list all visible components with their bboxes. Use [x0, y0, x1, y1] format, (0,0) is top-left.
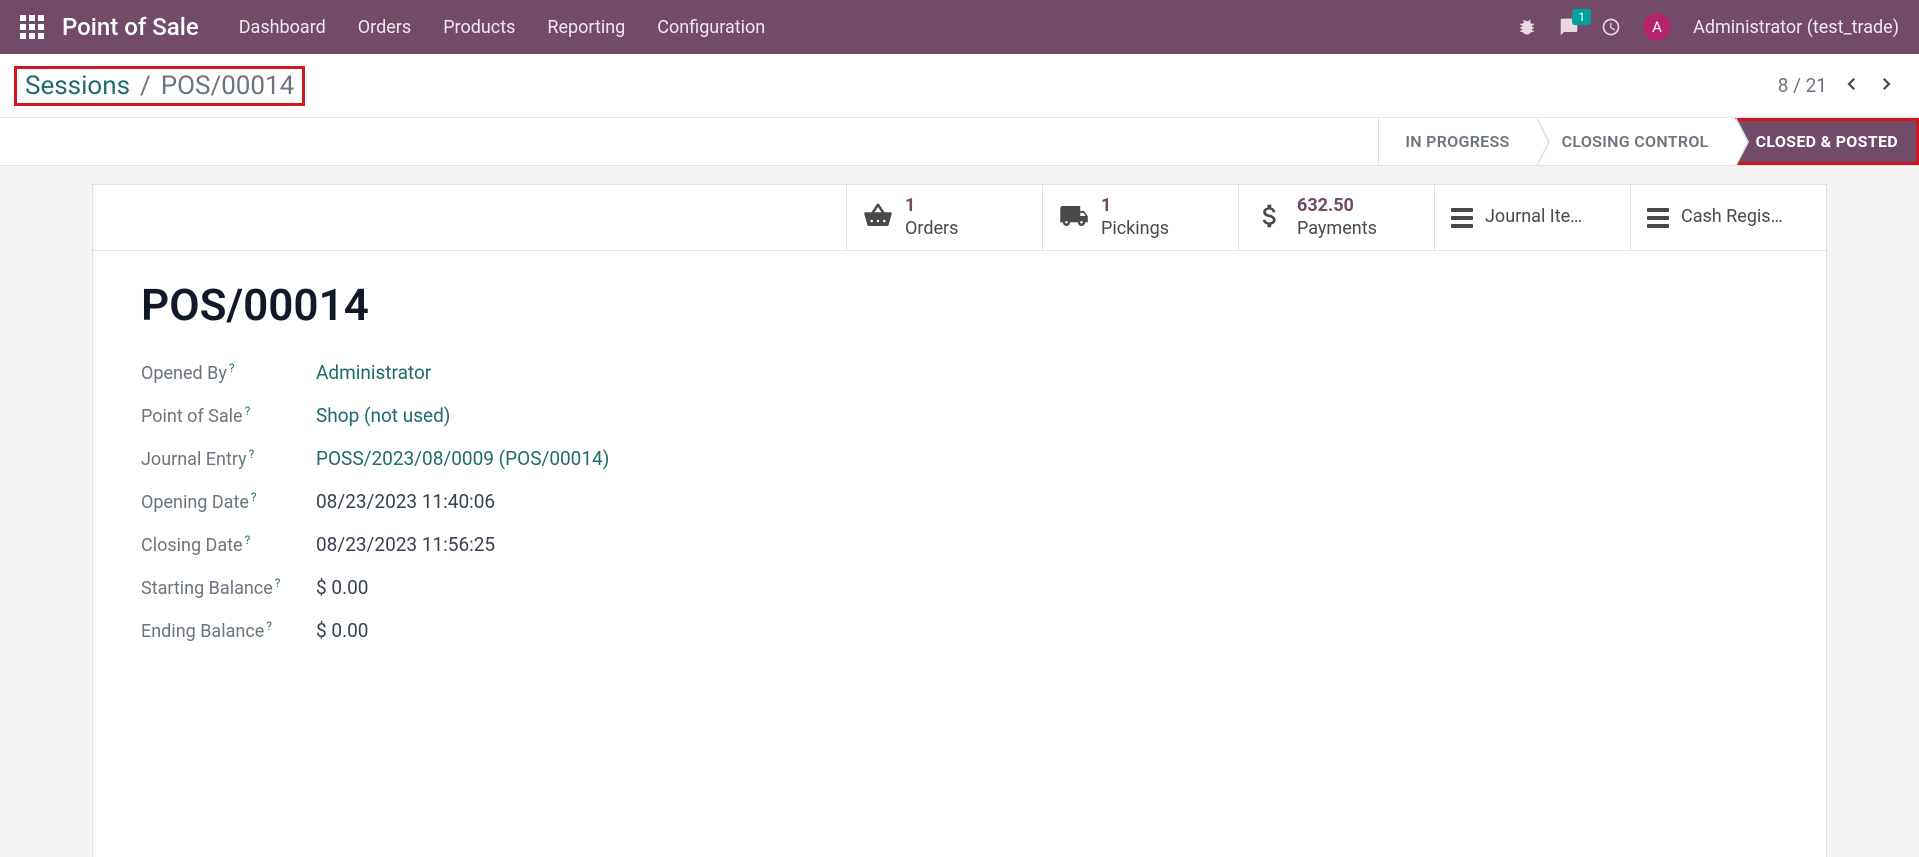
- stage-closed-posted[interactable]: CLOSED & POSTED: [1735, 118, 1919, 165]
- stage-in-progress[interactable]: IN PROGRESS: [1378, 118, 1535, 165]
- value-pos[interactable]: Shop (not used): [316, 404, 450, 427]
- debug-icon[interactable]: [1517, 17, 1537, 37]
- stage-closing-control[interactable]: CLOSING CONTROL: [1536, 118, 1735, 165]
- nav-reporting[interactable]: Reporting: [547, 17, 625, 38]
- stat-pickings-button[interactable]: 1 Pickings: [1042, 185, 1238, 250]
- sheet-body: POS/00014 Opened By? Administrator Point…: [93, 251, 1826, 690]
- value-ending-balance: $ 0.00: [316, 619, 368, 642]
- help-icon[interactable]: ?: [249, 447, 255, 461]
- avatar[interactable]: A: [1643, 13, 1671, 41]
- row-closing-date: Closing Date? 08/23/2023 11:56:25: [141, 533, 1778, 556]
- help-icon[interactable]: ?: [245, 533, 251, 547]
- pager-next-button[interactable]: [1877, 75, 1895, 97]
- row-journal-entry: Journal Entry? POSS/2023/08/0009 (POS/00…: [141, 447, 1778, 470]
- value-journal-entry[interactable]: POSS/2023/08/0009 (POS/00014): [316, 447, 609, 470]
- stat-journal-button[interactable]: Journal Ite…: [1434, 185, 1630, 250]
- stat-orders-value: 1: [905, 195, 958, 218]
- username[interactable]: Administrator (test_trade): [1693, 17, 1899, 38]
- label-opening-date: Opening Date?: [141, 492, 316, 513]
- help-icon[interactable]: ?: [275, 576, 281, 590]
- label-pos: Point of Sale?: [141, 406, 316, 427]
- stat-pickings-value: 1: [1101, 195, 1169, 218]
- help-icon[interactable]: ?: [245, 404, 251, 418]
- label-opened-by: Opened By?: [141, 363, 316, 384]
- help-icon[interactable]: ?: [266, 619, 272, 633]
- breadcrumb: Sessions / POS/00014: [14, 66, 305, 106]
- topbar: Point of Sale Dashboard Orders Products …: [0, 0, 1919, 54]
- list-icon: [1451, 208, 1473, 228]
- pager-text[interactable]: 8 / 21: [1778, 74, 1827, 97]
- truck-icon: [1059, 201, 1089, 235]
- pager-prev-button[interactable]: [1843, 75, 1861, 97]
- pager: 8 / 21: [1778, 74, 1895, 97]
- app-brand[interactable]: Point of Sale: [62, 13, 199, 41]
- list-icon: [1647, 208, 1669, 228]
- row-opened-by: Opened By? Administrator: [141, 361, 1778, 384]
- dollar-icon: [1255, 201, 1285, 235]
- label-closing-date: Closing Date?: [141, 535, 316, 556]
- nav-dashboard[interactable]: Dashboard: [239, 17, 326, 38]
- stat-payments-label: Payments: [1297, 218, 1377, 241]
- help-icon[interactable]: ?: [251, 490, 257, 504]
- value-opened-by[interactable]: Administrator: [316, 361, 431, 384]
- stat-orders-button[interactable]: 1 Orders: [846, 185, 1042, 250]
- stat-cashreg-button[interactable]: Cash Regis…: [1630, 185, 1826, 250]
- stat-button-row: 1 Orders 1 Pickings 632.50: [93, 185, 1826, 251]
- value-closing-date: 08/23/2023 11:56:25: [316, 533, 495, 556]
- main-nav: Dashboard Orders Products Reporting Conf…: [239, 17, 766, 38]
- stat-payments-button[interactable]: 632.50 Payments: [1238, 185, 1434, 250]
- row-starting-balance: Starting Balance? $ 0.00: [141, 576, 1778, 599]
- form-canvas: 1 Orders 1 Pickings 632.50: [0, 166, 1919, 857]
- subbar: Sessions / POS/00014 8 / 21: [0, 54, 1919, 118]
- value-opening-date: 08/23/2023 11:40:06: [316, 490, 495, 513]
- nav-orders[interactable]: Orders: [358, 17, 411, 38]
- value-starting-balance: $ 0.00: [316, 576, 368, 599]
- stat-pickings-label: Pickings: [1101, 218, 1169, 241]
- breadcrumb-current: POS/00014: [161, 71, 295, 101]
- label-ending-balance: Ending Balance?: [141, 621, 316, 642]
- statusbar: IN PROGRESS CLOSING CONTROL CLOSED & POS…: [0, 118, 1919, 166]
- row-opening-date: Opening Date? 08/23/2023 11:40:06: [141, 490, 1778, 513]
- label-starting-balance: Starting Balance?: [141, 578, 316, 599]
- basket-icon: [863, 201, 893, 235]
- stat-cashreg-label: Cash Regis…: [1681, 206, 1783, 229]
- breadcrumb-sep: /: [140, 71, 151, 101]
- nav-products[interactable]: Products: [443, 17, 515, 38]
- breadcrumb-parent[interactable]: Sessions: [25, 71, 130, 101]
- row-pos: Point of Sale? Shop (not used): [141, 404, 1778, 427]
- topbar-right: 1 A Administrator (test_trade): [1517, 13, 1899, 41]
- stat-orders-label: Orders: [905, 218, 958, 241]
- stat-journal-label: Journal Ite…: [1485, 206, 1582, 229]
- messages-badge: 1: [1572, 9, 1591, 25]
- stat-spacer: [93, 185, 846, 250]
- record-title: POS/00014: [141, 279, 1778, 331]
- apps-icon[interactable]: [20, 15, 44, 39]
- messages-icon[interactable]: 1: [1559, 17, 1579, 37]
- activity-icon[interactable]: [1601, 17, 1621, 37]
- row-ending-balance: Ending Balance? $ 0.00: [141, 619, 1778, 642]
- nav-configuration[interactable]: Configuration: [657, 17, 765, 38]
- label-journal-entry: Journal Entry?: [141, 449, 316, 470]
- form-sheet: 1 Orders 1 Pickings 632.50: [92, 184, 1827, 857]
- help-icon[interactable]: ?: [229, 361, 235, 375]
- stat-payments-value: 632.50: [1297, 195, 1377, 218]
